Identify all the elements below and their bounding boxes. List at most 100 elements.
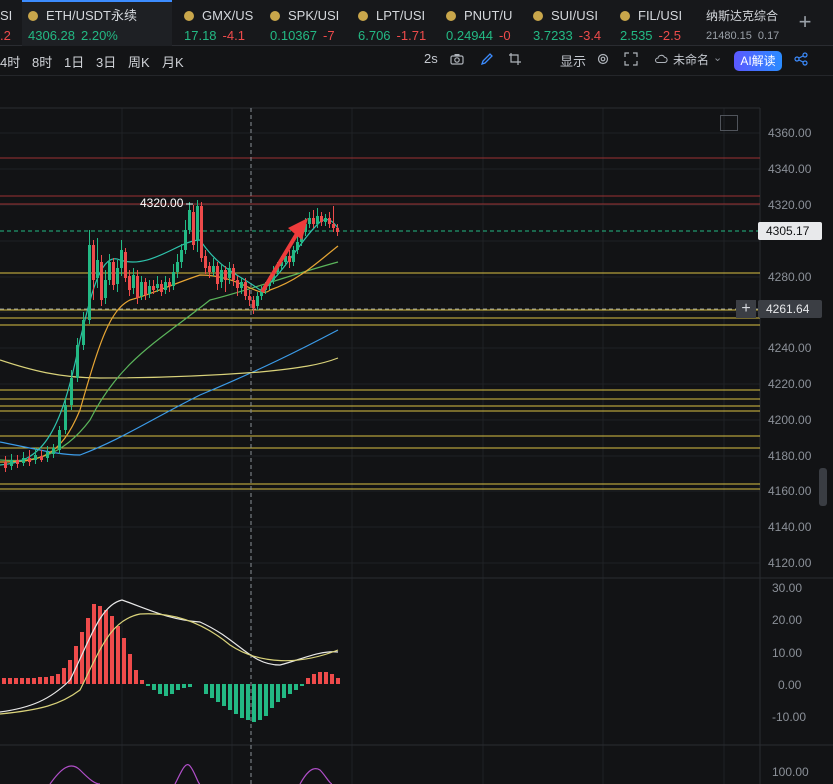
support-resistance-lines [0, 157, 760, 490]
price-tick: 4160.00 [768, 484, 812, 498]
macd-bar [294, 684, 298, 690]
candle-body [316, 216, 319, 224]
macd-bar [164, 684, 168, 696]
candle-body [204, 256, 207, 268]
candle-body [70, 378, 73, 405]
macd-bar [170, 684, 174, 694]
add-alert-plus-icon[interactable]: + [736, 300, 756, 318]
price-tick: 4340.00 [768, 162, 812, 176]
candle-body [184, 230, 187, 250]
price-tick: 4280.00 [768, 270, 812, 284]
candle-body [76, 345, 79, 378]
sub-tick: 100.00 [772, 765, 809, 779]
candle-body [180, 250, 183, 262]
candle-body [164, 282, 167, 290]
macd-bar [134, 670, 138, 684]
macd-bar [62, 668, 66, 684]
candle-body [152, 286, 155, 290]
macd-bar [116, 626, 120, 684]
candle-body [224, 270, 227, 280]
candle-body [156, 284, 159, 288]
macd-bar [140, 680, 144, 684]
macd-bar [20, 678, 24, 684]
candle-body [108, 262, 111, 280]
candle-body [168, 282, 171, 286]
price-tick: 4220.00 [768, 377, 812, 391]
macd-bar [276, 684, 280, 702]
macd-bar [110, 616, 114, 684]
macd-bar [158, 684, 162, 694]
macd-bar [210, 684, 214, 698]
candle-body [22, 458, 25, 463]
macd-bar [14, 678, 18, 684]
macd-bar [56, 674, 60, 684]
candle-body [116, 268, 119, 284]
candle-body [176, 262, 179, 272]
candle-body [232, 268, 235, 280]
price-tick: 4240.00 [768, 341, 812, 355]
trend-arrow-annotation [260, 218, 308, 294]
macd-bar [270, 684, 274, 708]
candle-body [196, 206, 199, 240]
candlestick-chart[interactable]: 4320.00 4360.00 4340.00 4320.00 4280.00 … [0, 0, 833, 784]
candle-body [292, 250, 295, 262]
candle-body [328, 218, 331, 224]
candle-body [64, 405, 67, 430]
candle-body [104, 280, 107, 298]
candle-body [252, 300, 255, 308]
candle-body [192, 212, 195, 245]
cursor-price-label: 4261.64 [758, 300, 822, 318]
macd-bar [92, 604, 96, 684]
macd-bar [44, 677, 48, 684]
candle-body [112, 262, 115, 285]
macd-bar [240, 684, 244, 718]
price-tick: 4140.00 [768, 520, 812, 534]
candle-body [28, 458, 31, 462]
candle-body [40, 456, 43, 460]
macd-bar [26, 678, 30, 684]
macd-bar [176, 684, 180, 690]
macd-bar [182, 684, 186, 688]
high-price-marker: 4320.00 [140, 196, 184, 210]
macd-bar [152, 684, 156, 690]
candle-body [124, 252, 127, 278]
candle-body [172, 272, 175, 286]
candle-body [52, 448, 55, 454]
macd-bar [128, 654, 132, 684]
sub-indicator-line [49, 764, 333, 784]
candle-body [46, 452, 49, 458]
candle-body [58, 430, 61, 450]
candle-body [308, 218, 311, 224]
price-axis: 4360.00 4340.00 4320.00 4280.00 4240.00 … [768, 126, 812, 570]
candle-body [240, 282, 243, 288]
expand-icon[interactable] [720, 115, 738, 131]
macd-bar [234, 684, 238, 714]
macd-tick: -10.00 [772, 710, 806, 724]
candle-body [100, 262, 103, 300]
macd-bar [32, 678, 36, 684]
candle-body [136, 276, 139, 298]
macd-lines [0, 599, 339, 715]
candle-body [244, 282, 247, 296]
macd-bar [216, 684, 220, 702]
price-tick: 4320.00 [768, 198, 812, 212]
candle-body [200, 206, 203, 258]
macd-bar [8, 678, 12, 684]
macd-bar [282, 684, 286, 698]
candle-body [208, 266, 211, 272]
candle-body [88, 245, 91, 320]
macd-bar [246, 684, 250, 720]
scrollbar-handle[interactable] [819, 468, 827, 506]
candle-body [236, 280, 239, 288]
candle-body [256, 296, 259, 306]
macd-bar [330, 674, 334, 684]
price-tick: 4360.00 [768, 126, 812, 140]
candle-body [132, 275, 135, 288]
candle-body [332, 224, 335, 228]
candle-body [148, 286, 151, 294]
macd-bar [204, 684, 208, 694]
candle-body [216, 266, 219, 284]
macd-bar [146, 684, 150, 686]
macd-bar [324, 672, 328, 684]
candle-body [336, 228, 339, 232]
